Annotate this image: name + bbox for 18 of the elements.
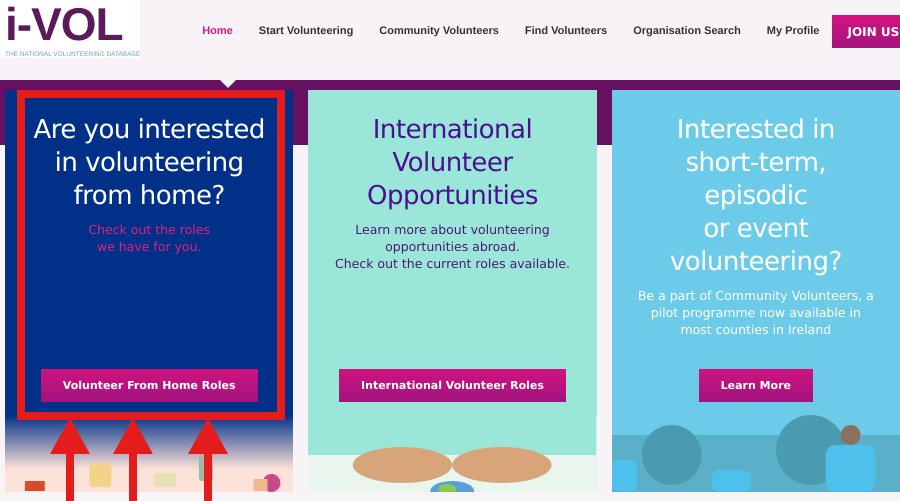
card-button[interactable]: Volunteer From Home Roles xyxy=(40,369,258,402)
card-title: International Volunteer Opportunities xyxy=(367,114,538,213)
nav-link[interactable]: Community Volunteers xyxy=(366,25,512,37)
nav-link[interactable]: Home xyxy=(189,25,246,37)
card-text: Check out the roles we have for you. xyxy=(88,221,210,255)
join-button[interactable]: JOIN US xyxy=(832,15,900,48)
card-button[interactable]: International Volunteer Roles xyxy=(339,369,566,402)
card-text: Learn more about volunteering opportunities abroad. Check out the current roles available. xyxy=(335,221,570,272)
card-text: Be a part of Community Volunteers, a pilot programme now available in most counties in Ireland xyxy=(638,287,874,338)
card-title: Are you interested in volunteering from home? xyxy=(33,114,265,213)
nav-link[interactable]: Find Volunteers xyxy=(512,25,620,37)
nav-link[interactable]: Organisation Search xyxy=(620,25,754,37)
card-button[interactable]: Learn More xyxy=(698,369,813,402)
card-title: Interested in short-term, episodic or event volunteering? xyxy=(670,114,842,279)
nav-link[interactable]: My Profile xyxy=(754,25,832,37)
nav-pointer xyxy=(219,79,237,88)
logo-title: i-VOL xyxy=(5,2,124,46)
nav-link[interactable]: Start Volunteering xyxy=(246,25,366,37)
